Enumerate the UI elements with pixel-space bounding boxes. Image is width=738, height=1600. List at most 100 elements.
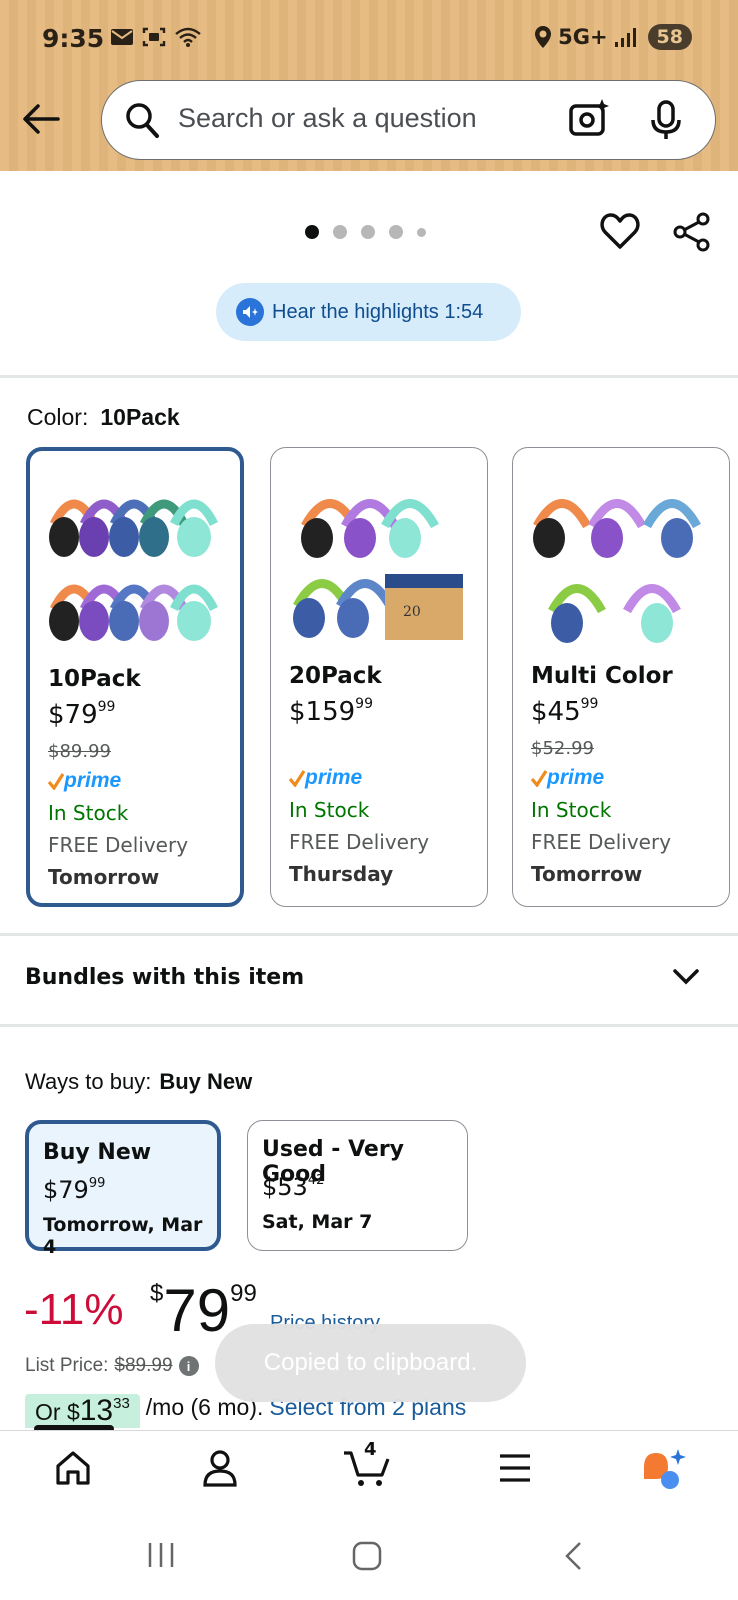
account-icon[interactable] xyxy=(202,1449,238,1487)
buy-option-new[interactable]: Buy New $7999 Tomorrow, Mar 4 xyxy=(25,1120,221,1258)
monthly-dollars: 13 xyxy=(79,1394,114,1427)
stock-status: In Stock xyxy=(289,798,370,822)
selected-color: 10Pack xyxy=(100,404,180,430)
share-icon[interactable] xyxy=(672,212,712,252)
section-divider xyxy=(0,1024,738,1027)
variant-name: Multi Color xyxy=(531,663,673,689)
monthly-cents: 33 xyxy=(113,1395,130,1412)
back-arrow-icon[interactable] xyxy=(20,98,62,140)
price-dollars: $79 xyxy=(48,700,98,730)
section-divider xyxy=(0,375,738,378)
color-label: Color: 10Pack xyxy=(27,404,180,431)
list-price-value: $89.99 xyxy=(114,1355,173,1376)
heart-icon[interactable] xyxy=(600,212,640,250)
variant-price: $4599 xyxy=(531,696,598,727)
carousel-dot[interactable] xyxy=(417,227,426,237)
prime-label: prime xyxy=(547,766,605,789)
system-back-icon[interactable] xyxy=(562,1540,584,1572)
toast-message: Copied to clipboard. xyxy=(263,1349,478,1376)
chevron-down-icon[interactable] xyxy=(672,968,700,986)
discount-percent: -11% xyxy=(24,1285,124,1334)
menu-icon[interactable] xyxy=(498,1453,532,1483)
bottom-navigation: 4 xyxy=(0,1430,738,1512)
carousel-dot[interactable] xyxy=(389,225,403,239)
prime-badge: prime xyxy=(531,766,604,790)
variant-list-price: $52.99 xyxy=(531,738,594,759)
home-button-icon[interactable] xyxy=(351,1540,383,1572)
option-price: $7999 xyxy=(43,1176,105,1204)
variant-name: 20Pack xyxy=(289,663,382,689)
bundles-header[interactable]: Bundles with this item xyxy=(25,965,304,990)
status-bar: 9:35 5G+ 58 xyxy=(0,0,738,80)
option-price: $5342 xyxy=(262,1173,324,1201)
ways-label-text: Ways to buy: xyxy=(25,1069,152,1094)
variant-list-price: $89.99 xyxy=(48,741,111,762)
camera-search-icon[interactable] xyxy=(568,97,610,139)
carousel-dot[interactable] xyxy=(361,225,375,239)
price-cents: 99 xyxy=(230,1280,257,1307)
variant-price: $7999 xyxy=(48,699,115,730)
delivery-day: Tomorrow xyxy=(531,862,643,886)
location-icon xyxy=(535,26,552,48)
delivery-label: FREE Delivery xyxy=(289,830,430,854)
search-input[interactable]: Search or ask a question xyxy=(101,80,716,160)
mail-icon xyxy=(111,29,133,45)
color-label-text: Color: xyxy=(27,404,89,430)
search-placeholder: Search or ask a question xyxy=(178,103,477,133)
carousel-dot[interactable] xyxy=(305,225,319,239)
recent-apps-icon[interactable] xyxy=(146,1540,176,1570)
price-cents: 99 xyxy=(355,696,373,712)
stock-status: In Stock xyxy=(48,801,129,825)
microphone-icon[interactable] xyxy=(650,99,682,141)
option-date: Tomorrow, Mar 4 xyxy=(43,1214,203,1258)
delivery-label: FREE Delivery xyxy=(531,830,672,854)
ways-selected: Buy New xyxy=(159,1069,253,1094)
variant-card-20pack[interactable]: 20 20Pack $15999 prime In Stock FREE Del… xyxy=(270,447,488,907)
price-dollars: $159 xyxy=(289,697,356,727)
system-navigation-bar xyxy=(0,1512,738,1600)
cart-button[interactable]: 4 xyxy=(342,1439,392,1493)
prime-badge: prime xyxy=(289,766,362,790)
header-bar: 9:35 5G+ 58 Search or ask a question xyxy=(0,0,738,171)
price-currency: $ xyxy=(150,1280,164,1307)
list-price: List Price: $89.99 i xyxy=(25,1355,199,1377)
screenshot-icon xyxy=(142,27,166,47)
info-icon[interactable]: i xyxy=(178,1356,199,1376)
audio-sparkle-icon xyxy=(236,298,264,326)
variant-card-10pack[interactable]: 10Pack $7999 $89.99 prime In Stock FREE … xyxy=(26,447,244,907)
prime-label: prime xyxy=(305,766,363,789)
delivery-label: FREE Delivery xyxy=(48,833,189,857)
price-cents: 99 xyxy=(97,699,116,715)
delivery-day: Thursday xyxy=(289,862,394,886)
carousel-dot[interactable] xyxy=(333,225,347,239)
prime-check-icon xyxy=(289,770,305,787)
price-dollars: $45 xyxy=(531,697,581,727)
hear-highlights-button[interactable]: Hear the highlights 1:54 xyxy=(216,283,521,341)
image-carousel-dots[interactable] xyxy=(305,225,426,239)
product-image-20pack: 20 xyxy=(293,499,463,640)
network-type: 5G+ xyxy=(558,25,608,49)
product-image-multi-color xyxy=(533,499,701,643)
variant-price: $15999 xyxy=(289,696,373,727)
price-cents: 99 xyxy=(88,1176,106,1191)
system-status: 5G+ 58 xyxy=(534,24,692,50)
buy-option-used[interactable]: Used - Very Good $5342 Sat, Mar 7 xyxy=(247,1120,468,1251)
status-time: 9:35 xyxy=(42,24,105,53)
prime-label: prime xyxy=(64,769,122,792)
list-price-label: List Price: xyxy=(25,1355,109,1376)
option-date: Sat, Mar 7 xyxy=(262,1211,373,1233)
wifi-icon xyxy=(175,27,201,47)
svg-text:20: 20 xyxy=(403,604,421,620)
variant-card-multi-color[interactable]: Multi Color $4599 $52.99 prime In Stock … xyxy=(512,447,730,907)
notification-icons xyxy=(110,26,202,48)
stock-status: In Stock xyxy=(531,798,612,822)
monthly-amount: Or $1333 xyxy=(25,1394,140,1428)
price-dollars: $79 xyxy=(43,1176,89,1204)
variant-name: 10Pack xyxy=(48,666,141,692)
home-icon[interactable] xyxy=(54,1449,92,1487)
prime-check-icon xyxy=(48,773,64,790)
option-name: Buy New xyxy=(43,1140,152,1165)
price-cents: 99 xyxy=(580,696,599,712)
product-image-10pack xyxy=(49,499,219,641)
rufus-icon[interactable] xyxy=(640,1447,688,1491)
